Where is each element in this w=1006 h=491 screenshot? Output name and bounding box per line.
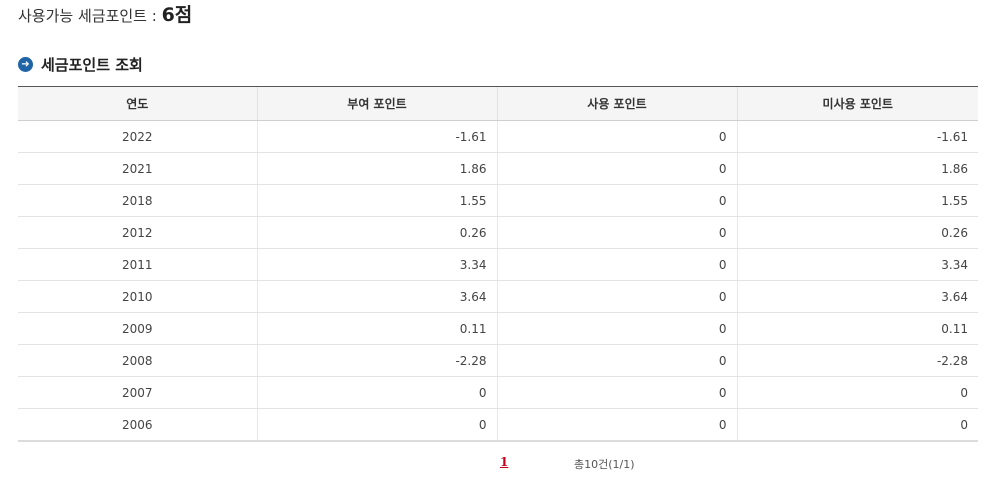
table-row: 2021 1.86 0 1.86	[18, 152, 978, 185]
cell-year: 2006	[18, 408, 257, 442]
cell-granted: 0.26	[256, 216, 497, 249]
cell-unused: 0	[736, 376, 978, 409]
table-row: 2010 3.64 0 3.64	[18, 280, 978, 313]
table-header-row: 연도 부여 포인트 사용 포인트 미사용 포인트	[18, 86, 978, 121]
table-row: 2018 1.55 0 1.55	[18, 184, 978, 217]
table-row: 2012 0.26 0 0.26	[18, 216, 978, 249]
cell-unused: 3.64	[736, 280, 978, 313]
cell-year: 2008	[18, 344, 257, 377]
cell-granted: 1.86	[256, 152, 497, 185]
section-title: 세금포인트 조회	[41, 55, 143, 74]
cell-year: 2012	[18, 216, 257, 249]
table-row: 2008 -2.28 0 -2.28	[18, 344, 978, 377]
cell-unused: 0	[736, 408, 978, 442]
cell-used: 0	[496, 216, 737, 249]
cell-year: 2010	[18, 280, 257, 313]
cell-unused: -1.61	[736, 120, 978, 153]
cell-granted: -1.61	[256, 120, 497, 153]
cell-used: 0	[496, 120, 737, 153]
cell-granted: 1.55	[256, 184, 497, 217]
header-unused-points: 미사용 포인트	[736, 86, 978, 121]
cell-year: 2007	[18, 376, 257, 409]
cell-unused: 0.11	[736, 312, 978, 345]
section-header: ➜ 세금포인트 조회	[18, 54, 143, 74]
cell-granted: 3.64	[256, 280, 497, 313]
cell-year: 2022	[18, 120, 257, 153]
table-row: 2022 -1.61 0 -1.61	[18, 120, 978, 153]
cell-used: 0	[496, 344, 737, 377]
table-row: 2007 0 0 0	[18, 376, 978, 409]
cell-granted: 3.34	[256, 248, 497, 281]
table-row: 2011 3.34 0 3.34	[18, 248, 978, 281]
cell-unused: -2.28	[736, 344, 978, 377]
pagination: 1 총10건(1/1)	[0, 455, 1006, 473]
cell-used: 0	[496, 408, 737, 442]
cell-used: 0	[496, 248, 737, 281]
cell-unused: 3.34	[736, 248, 978, 281]
cell-used: 0	[496, 280, 737, 313]
cell-year: 2011	[18, 248, 257, 281]
available-points-label: 사용가능 세금포인트 :	[18, 7, 162, 25]
table-row: 2009 0.11 0 0.11	[18, 312, 978, 345]
cell-used: 0	[496, 376, 737, 409]
cell-used: 0	[496, 152, 737, 185]
available-points-value: 6점	[161, 4, 193, 26]
page-link-current[interactable]: 1	[500, 455, 508, 469]
table-row: 2006 0 0 0	[18, 408, 978, 442]
header-used-points: 사용 포인트	[496, 86, 737, 121]
cell-granted: 0.11	[256, 312, 497, 345]
cell-used: 0	[496, 184, 737, 217]
available-points-summary: 사용가능 세금포인트 : 6점	[18, 4, 192, 27]
cell-year: 2018	[18, 184, 257, 217]
header-year: 연도	[18, 86, 257, 121]
cell-granted: -2.28	[256, 344, 497, 377]
total-count: 총10건(1/1)	[574, 458, 635, 471]
header-granted-points: 부여 포인트	[256, 86, 497, 121]
cell-used: 0	[496, 312, 737, 345]
arrow-circle-icon: ➜	[18, 56, 33, 72]
cell-year: 2021	[18, 152, 257, 185]
cell-granted: 0	[256, 376, 497, 409]
cell-granted: 0	[256, 408, 497, 442]
tax-points-table: 연도 부여 포인트 사용 포인트 미사용 포인트 2022 -1.61 0 -1…	[18, 86, 978, 442]
cell-year: 2009	[18, 312, 257, 345]
cell-unused: 1.86	[736, 152, 978, 185]
cell-unused: 0.26	[736, 216, 978, 249]
cell-unused: 1.55	[736, 184, 978, 217]
